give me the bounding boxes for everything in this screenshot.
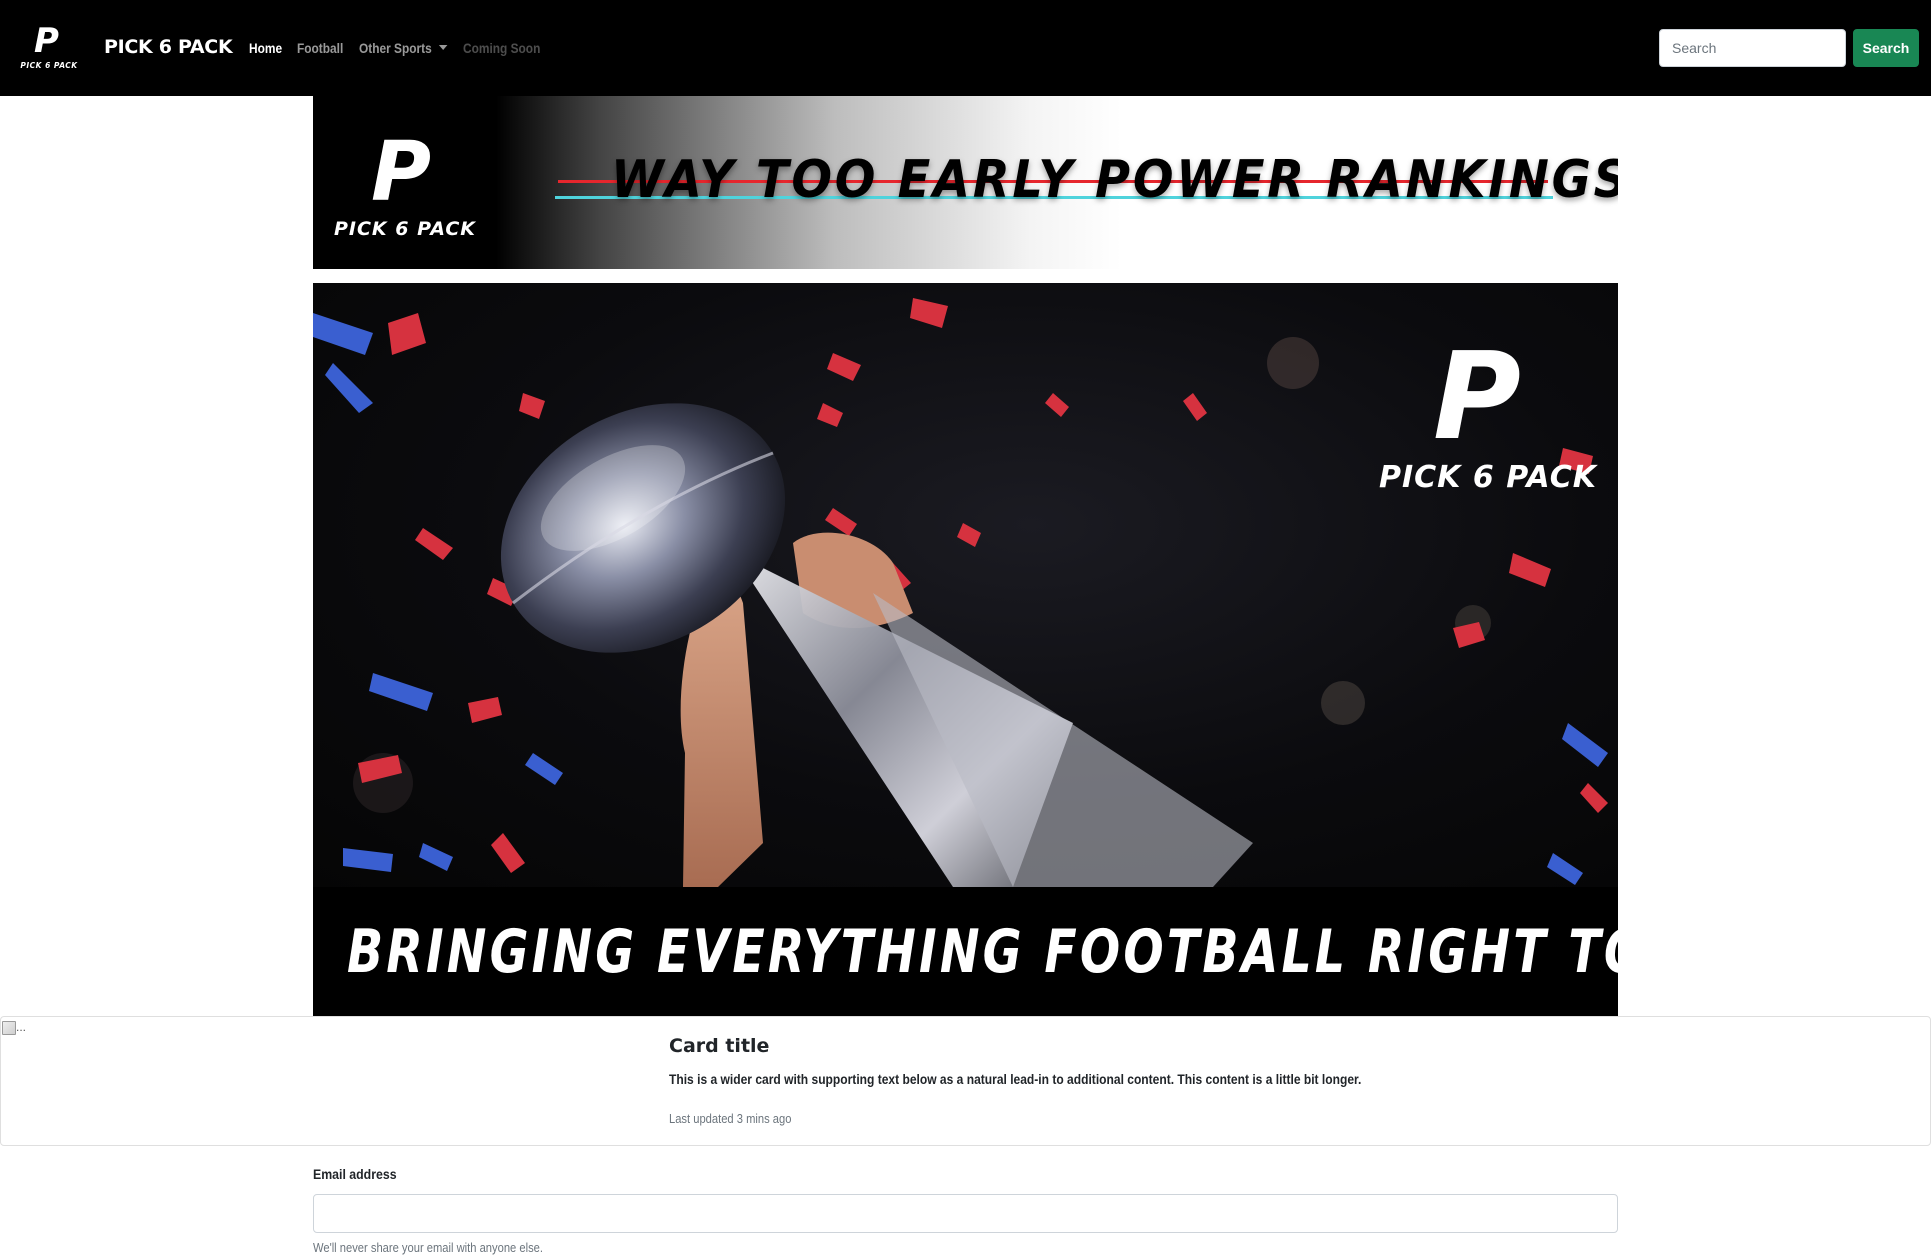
navbar-logo[interactable]: P PICK 6 PACK (20, 24, 78, 72)
email-label: Email address (313, 1166, 397, 1182)
hero-logo-text: PICK 6 PACK (1379, 460, 1597, 495)
broken-image-icon (2, 1020, 16, 1035)
email-field[interactable] (313, 1194, 1618, 1233)
nav-dropdown-other-sports[interactable]: Other Sports (359, 40, 448, 56)
logo-text: PICK 6 PACK (20, 61, 78, 70)
nav-link-home[interactable]: Home (249, 40, 282, 56)
nav-link-football[interactable]: Football (297, 40, 343, 56)
banner-logo-text: PICK 6 PACK (333, 218, 477, 240)
hero-tagline-bar: BRINGING EVERYTHING FOOTBALL RIGHT TO YO… (313, 887, 1618, 1016)
card-image-broken: ... (2, 1020, 28, 1038)
trophy-photo: P PICK 6 PACK (313, 283, 1618, 887)
card-title: Card title (669, 1035, 770, 1057)
search-button[interactable]: Search (1853, 29, 1919, 67)
banner-logo: P PICK 6 PACK (313, 96, 497, 269)
hero-tagline: BRINGING EVERYTHING FOOTBALL RIGHT TO YO… (347, 917, 1618, 987)
power-rankings-banner[interactable]: P PICK 6 PACK WAY TOO EARLY POWER RANKIN… (313, 96, 1618, 269)
banner-title: WAY TOO EARLY POWER RANKINGS (611, 150, 1618, 210)
card-last-updated: Last updated 3 mins ago (669, 1111, 792, 1126)
navbar-brand[interactable]: PICK 6 PACK (104, 36, 233, 58)
caret-down-icon (438, 45, 448, 50)
nav-link-coming-soon: Coming Soon (463, 40, 541, 56)
hero-logo: P PICK 6 PACK (1363, 338, 1613, 498)
logo-letter: P (34, 21, 59, 61)
banner-logo-letter: P (371, 125, 432, 220)
top-navbar: P PICK 6 PACK PICK 6 PACK Home Football … (0, 0, 1931, 96)
card-text: This is a wider card with supporting tex… (669, 1071, 1362, 1087)
article-card[interactable]: ... Card title This is a wider card with… (0, 1016, 1931, 1146)
search-input[interactable] (1659, 29, 1846, 67)
hero-image: P PICK 6 PACK BRINGING EVERYTHING FOOTBA… (313, 283, 1618, 1016)
email-help-text: We'll never share your email with anyone… (313, 1240, 543, 1255)
hero-logo-letter: P (1433, 328, 1521, 467)
card-image-alt: ... (16, 1020, 27, 1034)
nav-dropdown-label: Other Sports (359, 40, 432, 56)
